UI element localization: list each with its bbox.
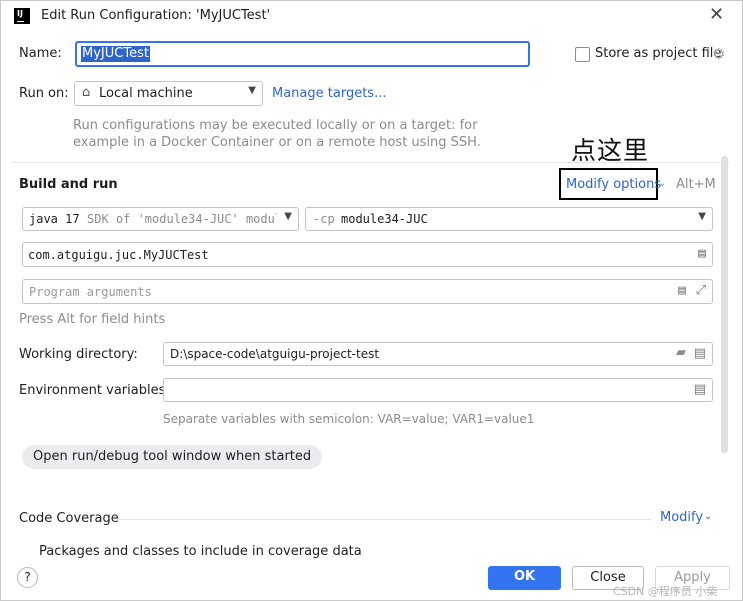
- app-icon: IJ: [14, 8, 30, 24]
- folder-icon[interactable]: ▰: [676, 345, 686, 360]
- classpath-select[interactable]: -cp module34-JUC ▼: [305, 207, 713, 231]
- chevron-down-icon: ▼: [284, 211, 292, 222]
- run-on-value: Local machine: [99, 86, 193, 101]
- gear-icon[interactable]: ⚙: [712, 45, 725, 63]
- modify-options-shortcut: Alt+M: [676, 177, 716, 192]
- run-on-description-2: example in a Docker Container or on a re…: [73, 135, 481, 150]
- manage-targets-link[interactable]: Manage targets...: [272, 86, 386, 101]
- document-icon[interactable]: ▤: [678, 283, 686, 298]
- document-icon[interactable]: ▤: [698, 246, 706, 261]
- working-directory-label: Working directory:: [19, 347, 138, 362]
- name-label: Name:: [19, 46, 62, 61]
- environment-variables-label: Environment variables:: [19, 383, 170, 398]
- document-icon[interactable]: ▤: [694, 382, 706, 397]
- field-hints-text: Press Alt for field hints: [19, 312, 166, 327]
- annotation-text: 点这里: [571, 136, 650, 165]
- store-as-project-checkbox[interactable]: [575, 47, 590, 62]
- environment-variables-hint: Separate variables with semicolon: VAR=v…: [163, 412, 535, 426]
- name-field[interactable]: MyJUCTest: [75, 41, 530, 67]
- scrollbar-thumb[interactable]: [721, 156, 728, 453]
- chevron-down-icon: ⌄: [658, 178, 667, 189]
- environment-variables-field[interactable]: ▤: [163, 378, 713, 402]
- code-coverage-divider: [117, 519, 651, 520]
- help-button[interactable]: ?: [17, 567, 38, 588]
- jdk-select[interactable]: java 17 SDK of 'module34-JUC' module ▼: [22, 207, 299, 231]
- program-arguments-placeholder: Program arguments: [29, 285, 152, 299]
- dialog-title: Edit Run Configuration: 'MyJUCTest': [41, 8, 271, 23]
- modify-options-link[interactable]: Modify options: [566, 177, 661, 192]
- chevron-down-icon: ⌄: [704, 511, 713, 522]
- document-icon[interactable]: ▤: [694, 346, 706, 361]
- store-as-project-label: Store as project file: [595, 46, 722, 61]
- watermark: CSDN @程序员 小柴: [613, 585, 718, 598]
- ok-button[interactable]: OK: [488, 566, 561, 590]
- program-arguments-field[interactable]: Program arguments ▤ ⤢: [22, 279, 713, 304]
- run-on-select[interactable]: ⌂ Local machine ▼: [74, 81, 263, 106]
- code-coverage-title: Code Coverage: [19, 511, 119, 526]
- expand-icon[interactable]: ⤢: [696, 283, 706, 298]
- name-value: MyJUCTest: [81, 46, 150, 62]
- main-class-value: com.atguigu.juc.MyJUCTest: [28, 248, 209, 262]
- working-directory-field[interactable]: D:\space-code\atguigu-project-test ▰ ▤: [163, 342, 713, 366]
- build-and-run-title: Build and run: [19, 177, 118, 192]
- coverage-packages-label: Packages and classes to include in cover…: [39, 544, 362, 559]
- run-on-description-1: Run configurations may be executed local…: [73, 118, 478, 133]
- open-tool-window-option[interactable]: Open run/debug tool window when started: [22, 445, 323, 469]
- jdk-detail: SDK of 'module34-JUC' module: [87, 212, 277, 226]
- house-icon: ⌂: [82, 85, 91, 100]
- run-on-label: Run on:: [19, 86, 69, 101]
- main-class-field[interactable]: com.atguigu.juc.MyJUCTest ▤: [22, 242, 713, 267]
- coverage-modify-link[interactable]: Modify: [660, 510, 703, 525]
- chevron-down-icon: ▼: [248, 85, 256, 96]
- chevron-down-icon: ▼: [698, 211, 706, 222]
- edit-run-configuration-dialog: IJ Edit Run Configuration: 'MyJUCTest' ✕…: [0, 0, 743, 601]
- working-directory-value: D:\space-code\atguigu-project-test: [170, 347, 380, 361]
- classpath-value: module34-JUC: [341, 212, 428, 226]
- close-icon[interactable]: ✕: [709, 4, 724, 25]
